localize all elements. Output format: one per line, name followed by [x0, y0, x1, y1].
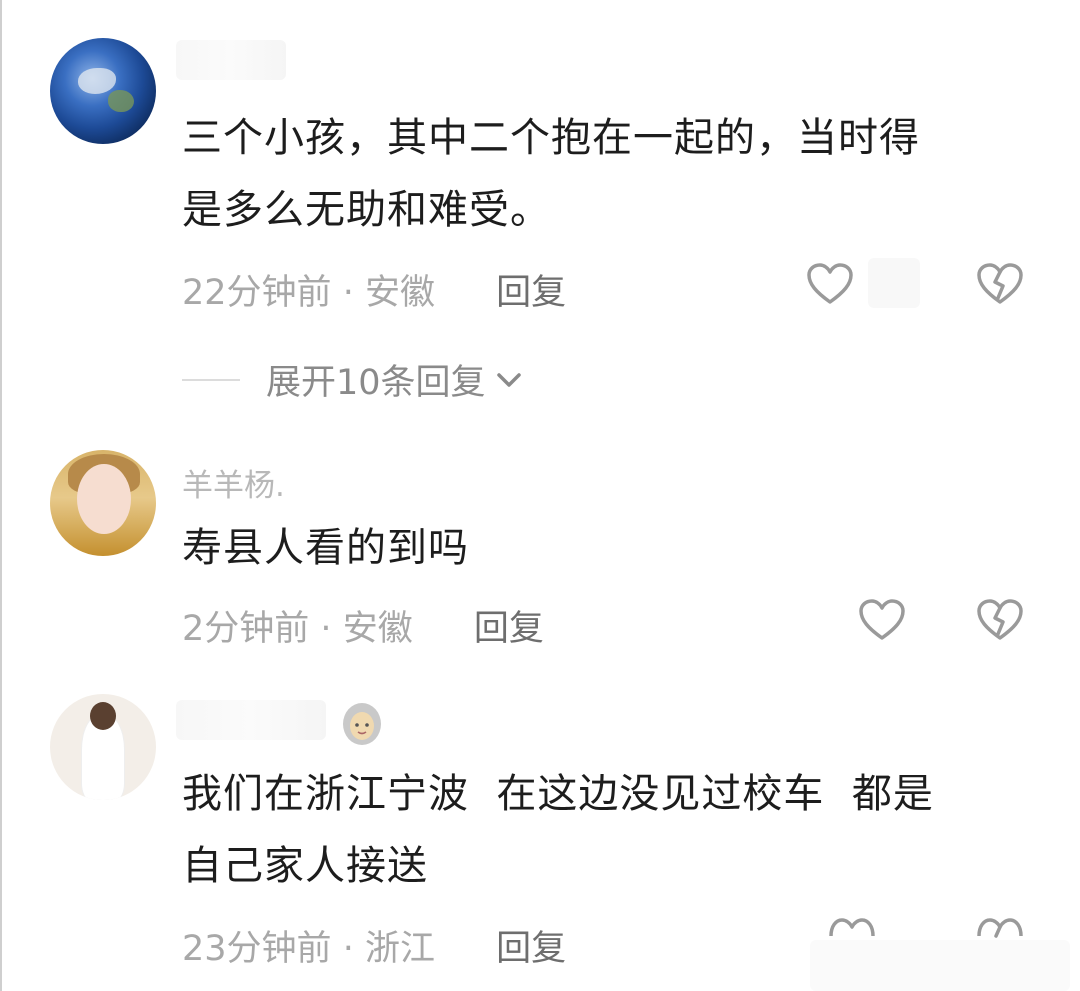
bottom-fade-overlay — [810, 940, 1070, 991]
comment-line: 是多么无助和难受。 — [182, 187, 551, 233]
comment-line: 寿县人看的到吗 — [182, 525, 469, 571]
heart-outline-icon[interactable] — [858, 598, 906, 642]
woman-emoji-icon — [343, 703, 381, 745]
expand-replies-label: 展开10条回复 — [266, 363, 486, 403]
expand-divider-line — [182, 378, 240, 381]
broken-heart-icon[interactable] — [976, 262, 1024, 306]
reply-button[interactable]: 回复 — [496, 273, 566, 313]
comment-location: 安徽 — [342, 609, 413, 649]
comment-location: 安徽 — [364, 273, 435, 313]
comment-text: 我们在浙江宁波 在这边没见过校车 都是 自己家人接送 — [182, 758, 1022, 902]
username[interactable]: 羊羊杨. — [182, 460, 285, 505]
username-blurred — [176, 700, 326, 740]
comment-text: 寿县人看的到吗 — [182, 512, 1022, 584]
avatar-user[interactable] — [50, 694, 156, 800]
meta-separator: · — [320, 609, 332, 649]
avatar-head — [90, 702, 116, 730]
expand-replies-button[interactable]: 展开10条回复 — [182, 354, 524, 405]
avatar-user[interactable] — [50, 450, 156, 556]
left-edge-divider — [0, 0, 2, 991]
comment-time: 2分钟前 — [182, 609, 310, 649]
broken-heart-icon[interactable] — [976, 916, 1024, 940]
avatar-earth[interactable] — [50, 38, 156, 144]
meta-separator: · — [342, 273, 354, 313]
meta-separator: · — [342, 929, 354, 969]
comment-meta: 23分钟前 · 浙江 回复 — [182, 920, 566, 971]
reply-button[interactable]: 回复 — [474, 609, 544, 649]
heart-outline-icon[interactable] — [806, 262, 854, 306]
comment-time: 22分钟前 — [182, 273, 332, 313]
broken-heart-icon[interactable] — [976, 598, 1024, 642]
comment-meta: 2分钟前 · 安徽 回复 — [182, 600, 544, 651]
reply-button[interactable]: 回复 — [496, 929, 566, 969]
comment-time: 23分钟前 — [182, 929, 332, 969]
comment-location: 浙江 — [364, 929, 435, 969]
avatar-face — [77, 464, 131, 534]
chevron-down-icon — [496, 372, 521, 387]
comment-line: 我们在浙江宁波 在这边没见过校车 都是 — [182, 771, 934, 817]
comment-line: 自己家人接送 — [182, 843, 428, 889]
comment-meta: 22分钟前 · 安徽 回复 — [182, 264, 566, 315]
username-blurred — [176, 40, 286, 80]
comment-text: 三个小孩，其中二个抱在一起的，当时得 是多么无助和难受。 — [182, 102, 1022, 246]
like-count-blurred — [868, 258, 920, 308]
heart-outline-icon[interactable] — [828, 916, 876, 940]
comment-line: 三个小孩，其中二个抱在一起的，当时得 — [182, 115, 920, 161]
